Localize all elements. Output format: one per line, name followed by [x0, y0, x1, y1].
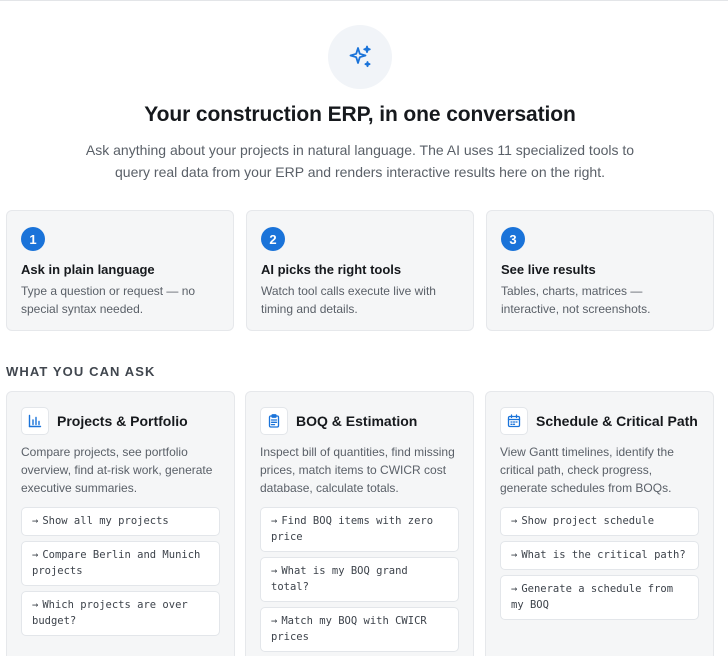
prompt-compare-berlin-munich[interactable]: → Compare Berlin and Munich projects [21, 541, 220, 586]
prompt-generate-schedule[interactable]: → Generate a schedule from my BOQ [500, 575, 699, 620]
clipboard-icon [268, 414, 280, 428]
prompt-text: What is my BOQ grand total? [271, 565, 408, 593]
category-title: Schedule & Critical Path [536, 413, 698, 429]
step-description: Tables, charts, matrices — interactive, … [501, 284, 651, 316]
calendar-icon [507, 414, 521, 428]
category-title: Projects & Portfolio [57, 413, 188, 429]
category-description: View Gantt timelines, identify the criti… [500, 445, 674, 495]
prompt-text: Match my BOQ with CWICR prices [271, 615, 427, 643]
arrow-right-icon: → [511, 549, 518, 561]
prompt-text: Compare Berlin and Munich projects [32, 549, 201, 577]
prompt-text: What is the critical path? [521, 549, 686, 561]
page-title: Your construction ERP, in one conversati… [144, 103, 576, 126]
prompt-list: → Show project schedule → What is the crit… [500, 507, 699, 620]
prompt-text: Which projects are over budget? [32, 599, 188, 627]
category-icon-badge [260, 407, 288, 435]
category-card-schedule: Schedule & Critical Path View Gantt time… [485, 391, 714, 656]
arrow-right-icon: → [271, 515, 278, 527]
arrow-right-icon: → [511, 515, 518, 527]
prompt-text: Show project schedule [521, 515, 655, 527]
step-number-badge: 1 [21, 227, 45, 251]
prompt-list: → Show all my projects → Compare Berlin an… [21, 507, 220, 636]
top-divider [0, 0, 728, 1]
prompt-show-all-projects[interactable]: → Show all my projects [21, 507, 220, 536]
category-card-projects: Projects & Portfolio Compare projects, s… [6, 391, 235, 656]
prompt-text: Generate a schedule from my BOQ [511, 583, 674, 611]
category-icon-badge [21, 407, 49, 435]
prompt-boq-grand-total[interactable]: → What is my BOQ grand total? [260, 557, 459, 602]
step-description: Watch tool calls execute live with timin… [261, 284, 436, 316]
prompt-text: Find BOQ items with zero price [271, 515, 434, 543]
page-subtitle: Ask anything about your projects in natu… [85, 142, 635, 180]
hero-icon-badge [328, 25, 392, 89]
arrow-right-icon: → [511, 583, 518, 595]
prompt-list: → Find BOQ items with zero price → What is… [260, 507, 459, 652]
arrow-right-icon: → [32, 599, 39, 611]
arrow-right-icon: → [271, 565, 278, 577]
sparkles-icon [349, 45, 371, 68]
category-header: BOQ & Estimation [260, 407, 459, 435]
prompt-critical-path[interactable]: → What is the critical path? [500, 541, 699, 570]
step-number-badge: 2 [261, 227, 285, 251]
step-card-3: 3 See live results Tables, charts, matri… [486, 210, 714, 331]
arrow-right-icon: → [271, 615, 278, 627]
prompt-text: Show all my projects [42, 515, 169, 527]
category-header: Schedule & Critical Path [500, 407, 699, 435]
category-title: BOQ & Estimation [296, 413, 418, 429]
arrow-right-icon: → [32, 515, 39, 527]
prompt-over-budget[interactable]: → Which projects are over budget? [21, 591, 220, 636]
prompt-show-schedule[interactable]: → Show project schedule [500, 507, 699, 536]
step-title: AI picks the right tools [261, 262, 402, 277]
step-description: Type a question or request — no special … [21, 284, 196, 316]
arrow-right-icon: → [32, 549, 39, 561]
step-title: See live results [501, 262, 596, 277]
step-card-2: 2 AI picks the right tools Watch tool ca… [246, 210, 474, 331]
prompt-zero-price-items[interactable]: → Find BOQ items with zero price [260, 507, 459, 552]
section-heading: WHAT YOU CAN ASK [6, 364, 156, 379]
category-description: Compare projects, see portfolio overview… [21, 445, 213, 495]
step-number-badge: 3 [501, 227, 525, 251]
bar-chart-icon [28, 414, 42, 428]
step-card-1: 1 Ask in plain language Type a question … [6, 210, 234, 331]
category-icon-badge [500, 407, 528, 435]
prompt-match-cwicr[interactable]: → Match my BOQ with CWICR prices [260, 607, 459, 652]
category-description: Inspect bill of quantities, find missing… [260, 445, 455, 495]
category-card-boq: BOQ & Estimation Inspect bill of quantit… [245, 391, 474, 656]
step-title: Ask in plain language [21, 262, 155, 277]
category-header: Projects & Portfolio [21, 407, 220, 435]
